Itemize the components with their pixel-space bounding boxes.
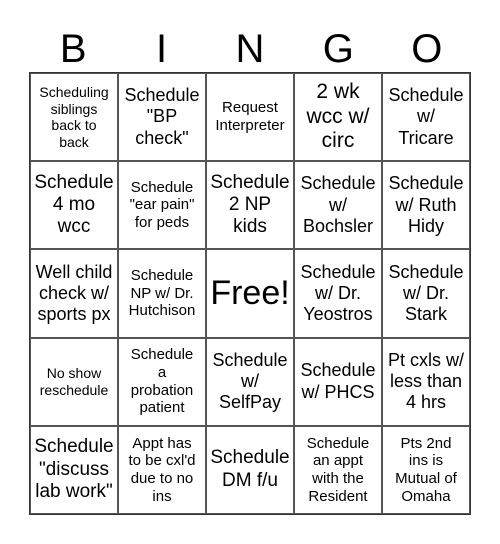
cell-text: Schedule a probation patient: [130, 346, 194, 417]
bingo-cell-r4c4[interactable]: Schedule w/ PHCS: [294, 337, 382, 426]
bingo-cell-r2c4[interactable]: Schedule w/ Bochsler: [294, 161, 382, 250]
header-letter-g: G: [322, 27, 354, 71]
bingo-cell-r3c1[interactable]: Well child check w/ sports px: [30, 249, 118, 338]
bingo-cell-r2c2[interactable]: Schedule "ear pain" for peds: [118, 161, 206, 250]
cell-text: Schedule "discuss lab work": [34, 436, 114, 503]
cell-text: Request Interpreter: [215, 99, 285, 135]
bingo-cell-r1c2[interactable]: Schedule "BP check": [118, 73, 206, 162]
header-letter-o: O: [411, 27, 443, 71]
cell-text: Schedule 2 NP kids: [210, 171, 290, 238]
cell-text: 2 wk wcc w/ circ: [306, 79, 370, 153]
bingo-cell-r2c1[interactable]: Schedule 4 mo wcc: [30, 161, 118, 250]
cell-text: Schedule NP w/ Dr. Hutchison: [128, 266, 196, 320]
cell-text: Schedule w/ Tricare: [388, 85, 464, 148]
cell-text: Pt cxls w/ less than 4 hrs: [387, 349, 464, 413]
cell-text: Schedule an appt with the Resident: [306, 434, 370, 505]
cell-text: Free!: [210, 274, 290, 313]
bingo-cell-r5c1[interactable]: Schedule "discuss lab work": [30, 425, 118, 514]
cell-text: Schedule "ear pain" for peds: [129, 178, 195, 232]
bingo-card-grid: Scheduling siblings back to back Schedul…: [29, 72, 471, 515]
cell-text: Schedule 4 mo wcc: [34, 171, 114, 238]
cell-text: Schedule "BP check": [124, 85, 200, 148]
cell-text: No show reschedule: [39, 365, 109, 398]
bingo-cell-r5c3[interactable]: Schedule DM f/u: [206, 425, 294, 514]
cell-text: Well child check w/ sports px: [35, 261, 113, 325]
bingo-cell-r1c5[interactable]: Schedule w/ Tricare: [382, 73, 470, 162]
bingo-cell-r4c2[interactable]: Schedule a probation patient: [118, 337, 206, 426]
bingo-cell-r2c3[interactable]: Schedule 2 NP kids: [206, 161, 294, 250]
cell-text: Schedule w/ Ruth Hidy: [388, 173, 464, 236]
cell-text: Schedule DM f/u: [210, 447, 290, 491]
header-letter-n: N: [235, 27, 265, 71]
bingo-cell-r5c5[interactable]: Pts 2nd ins is Mutual of Omaha: [382, 425, 470, 514]
bingo-cell-r5c2[interactable]: Appt has to be cxl'd due to no ins: [118, 425, 206, 514]
cell-text: Pts 2nd ins is Mutual of Omaha: [395, 434, 457, 505]
bingo-cell-r4c1[interactable]: No show reschedule: [30, 337, 118, 426]
bingo-cell-r5c4[interactable]: Schedule an appt with the Resident: [294, 425, 382, 514]
cell-text: Schedule w/ SelfPay: [212, 349, 288, 413]
bingo-cell-r3c4[interactable]: Schedule w/ Dr. Yeostros: [294, 249, 382, 338]
bingo-cell-r4c5[interactable]: Pt cxls w/ less than 4 hrs: [382, 337, 470, 426]
bingo-cell-r1c3[interactable]: Request Interpreter: [206, 73, 294, 162]
cell-text: Schedule w/ Dr. Yeostros: [300, 261, 376, 325]
header-letter-b: B: [59, 27, 87, 71]
bingo-cell-r2c5[interactable]: Schedule w/ Ruth Hidy: [382, 161, 470, 250]
cell-text: Appt has to be cxl'd due to no ins: [128, 434, 196, 505]
bingo-cell-free-space[interactable]: Free!: [206, 249, 294, 338]
bingo-cell-r1c1[interactable]: Scheduling siblings back to back: [30, 73, 118, 162]
bingo-cell-r1c4[interactable]: 2 wk wcc w/ circ: [294, 73, 382, 162]
bingo-cell-r4c3[interactable]: Schedule w/ SelfPay: [206, 337, 294, 426]
bingo-cell-r3c5[interactable]: Schedule w/ Dr. Stark: [382, 249, 470, 338]
cell-text: Schedule w/ Bochsler: [300, 173, 376, 236]
bingo-header: B I N G O: [29, 26, 471, 72]
bingo-cell-r3c2[interactable]: Schedule NP w/ Dr. Hutchison: [118, 249, 206, 338]
cell-text: Schedule w/ PHCS: [300, 360, 376, 402]
cell-text: Schedule w/ Dr. Stark: [388, 261, 464, 325]
header-letter-i: I: [156, 27, 168, 71]
cell-text: Scheduling siblings back to back: [39, 84, 109, 150]
